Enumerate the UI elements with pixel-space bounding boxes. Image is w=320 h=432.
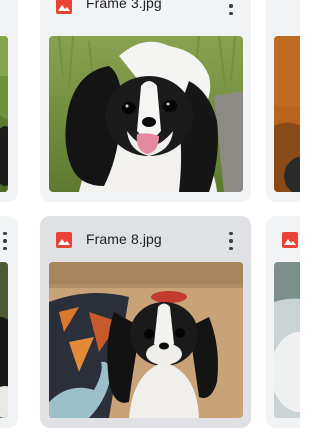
file-thumbnail[interactable] [274,262,300,418]
image-file-icon [282,232,298,248]
file-grid: Frame 3.jpg Frame 8.jpg [0,0,300,432]
file-thumbnail[interactable] [0,262,8,418]
file-card[interactable]: Frame 3.jpg [40,0,251,202]
more-options-icon[interactable] [0,232,11,250]
file-card-right-partial[interactable] [266,216,300,428]
file-card-left-partial[interactable] [0,0,18,202]
file-name: Frame 3.jpg [86,0,162,11]
more-options-icon[interactable] [225,0,237,15]
file-card-left-partial[interactable] [0,216,18,428]
image-file-icon [56,0,72,14]
file-card-header: Frame 8.jpg [40,216,251,250]
more-options-icon[interactable] [225,232,237,250]
file-name: Frame 8.jpg [86,231,162,247]
file-thumbnail[interactable] [274,36,300,192]
image-file-icon [56,232,72,248]
file-card[interactable]: Frame 8.jpg [40,216,251,428]
file-thumbnail[interactable] [0,36,8,192]
file-thumbnail[interactable] [49,36,243,192]
file-thumbnail[interactable] [49,262,243,418]
file-card-header: Frame 3.jpg [40,0,251,34]
file-card-right-partial[interactable] [266,0,300,202]
